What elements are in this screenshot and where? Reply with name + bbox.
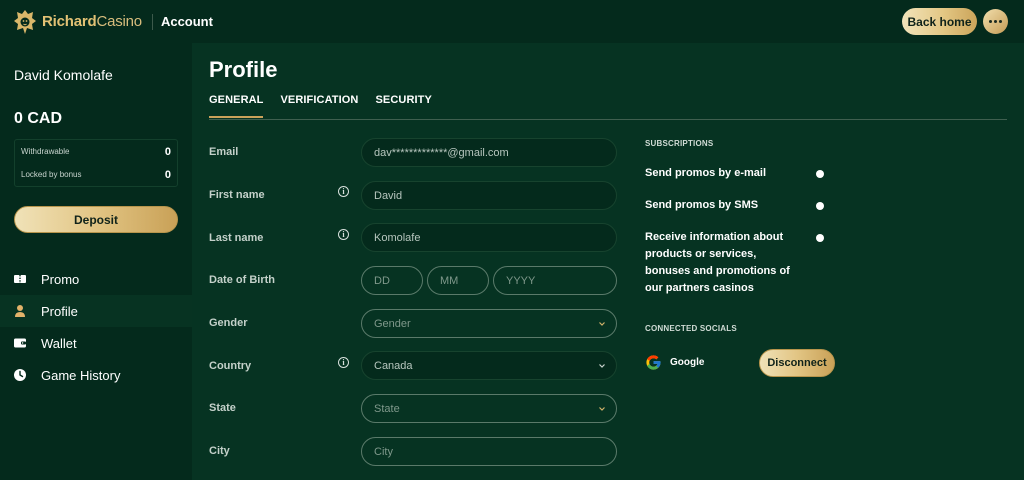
google-provider-label: Google bbox=[670, 357, 705, 368]
partner-info-toggle[interactable] bbox=[816, 234, 824, 242]
more-icon bbox=[989, 20, 992, 23]
dob-year-input[interactable]: YYYY bbox=[493, 266, 617, 295]
dob-day-input[interactable]: DD bbox=[361, 266, 423, 295]
info-icon[interactable]: i bbox=[338, 186, 349, 197]
header-divider bbox=[151, 13, 153, 30]
user-icon bbox=[13, 304, 27, 318]
last-name-field[interactable]: Komolafe bbox=[361, 223, 617, 252]
balance-total: 0 CAD bbox=[14, 110, 63, 127]
user-name: David Komolafe bbox=[14, 67, 113, 83]
sidebar-item-wallet[interactable]: Wallet bbox=[0, 327, 192, 359]
brand-name: RichardCasino bbox=[42, 13, 142, 30]
gender-select[interactable]: Gender bbox=[361, 309, 617, 338]
locked-bonus-value: 0 bbox=[164, 168, 171, 181]
email-promos-toggle[interactable] bbox=[816, 170, 824, 178]
first-name-field[interactable]: David bbox=[361, 181, 617, 210]
logo[interactable]: RichardCasino bbox=[12, 7, 142, 37]
partner-info-label: Receive information about products or se… bbox=[645, 231, 790, 294]
first-name-value: David bbox=[374, 189, 403, 202]
profile-tabs: GENERAL VERIFICATION SECURITY bbox=[209, 94, 449, 118]
email-label: Email bbox=[209, 146, 239, 158]
info-icon[interactable]: i bbox=[338, 357, 349, 368]
withdrawable-label: Withdrawable bbox=[21, 147, 70, 156]
balance-breakdown: Withdrawable 0 Locked by bonus 0 bbox=[14, 139, 178, 187]
withdrawable-value: 0 bbox=[164, 145, 171, 158]
tab-general[interactable]: GENERAL bbox=[209, 94, 264, 118]
tab-verification[interactable]: VERIFICATION bbox=[280, 94, 358, 118]
city-placeholder: City bbox=[374, 445, 393, 458]
country-label: Country bbox=[209, 360, 252, 372]
dob-month-placeholder: MM bbox=[440, 274, 459, 287]
connected-socials-title: CONNECTED SOCIALS bbox=[645, 324, 737, 333]
wallet-icon bbox=[13, 336, 27, 350]
sms-promos-toggle[interactable] bbox=[816, 202, 824, 210]
state-select[interactable]: State bbox=[361, 394, 617, 423]
more-menu-button[interactable] bbox=[983, 9, 1008, 34]
dob-month-input[interactable]: MM bbox=[427, 266, 489, 295]
sidebar-nav: Promo Profile Wallet Game History bbox=[0, 263, 192, 391]
main-content: Profile GENERAL VERIFICATION SECURITY Em… bbox=[192, 43, 1024, 480]
info-icon[interactable]: i bbox=[338, 229, 349, 240]
email-field[interactable]: dav*************@gmail.com bbox=[361, 138, 617, 167]
state-placeholder: State bbox=[374, 402, 400, 415]
locked-bonus-row: Locked by bonus 0 bbox=[15, 163, 177, 186]
subscriptions-title: SUBSCRIPTIONS bbox=[645, 139, 714, 148]
lion-logo-icon bbox=[12, 7, 38, 37]
email-value: dav*************@gmail.com bbox=[374, 146, 509, 159]
city-input[interactable]: City bbox=[361, 437, 617, 466]
sidebar-item-label: Game History bbox=[41, 367, 121, 383]
sidebar-item-label: Profile bbox=[41, 303, 78, 319]
gender-label: Gender bbox=[209, 317, 248, 329]
sidebar-item-promo[interactable]: Promo bbox=[0, 263, 192, 295]
city-label: City bbox=[209, 445, 230, 457]
more-icon-dot bbox=[999, 20, 1002, 23]
promo-icon bbox=[13, 272, 27, 286]
chevron-down-icon bbox=[598, 319, 606, 331]
sidebar-item-label: Wallet bbox=[41, 335, 77, 351]
clock-icon bbox=[13, 368, 27, 382]
tab-security[interactable]: SECURITY bbox=[375, 94, 431, 118]
sidebar: David Komolafe 0 CAD Withdrawable 0 Lock… bbox=[0, 43, 192, 480]
last-name-label: Last name bbox=[209, 232, 264, 244]
first-name-label: First name bbox=[209, 189, 265, 201]
more-icon-dot bbox=[994, 20, 997, 23]
sidebar-item-game-history[interactable]: Game History bbox=[0, 359, 192, 391]
google-icon bbox=[645, 354, 662, 371]
chevron-down-icon bbox=[598, 361, 606, 373]
email-promos-label: Send promos by e-mail bbox=[645, 167, 767, 179]
header-section-title: Account bbox=[160, 14, 213, 29]
back-home-button[interactable]: Back home bbox=[902, 8, 977, 35]
last-name-value: Komolafe bbox=[374, 231, 421, 244]
top-header: RichardCasino Account Back home bbox=[0, 0, 1024, 43]
sms-promos-label: Send promos by SMS bbox=[645, 199, 759, 211]
dob-year-placeholder: YYYY bbox=[506, 274, 536, 287]
page-title: Profile bbox=[209, 57, 278, 82]
tabs-divider bbox=[209, 119, 1007, 120]
country-value: Canada bbox=[374, 359, 413, 372]
sidebar-item-label: Promo bbox=[41, 271, 80, 287]
chevron-down-icon bbox=[598, 404, 606, 416]
locked-bonus-label: Locked by bonus bbox=[21, 170, 82, 179]
deposit-button[interactable]: Deposit bbox=[14, 206, 178, 233]
gender-placeholder: Gender bbox=[374, 317, 411, 330]
dob-day-placeholder: DD bbox=[374, 274, 390, 287]
withdrawable-row: Withdrawable 0 bbox=[15, 140, 177, 163]
state-label: State bbox=[209, 402, 236, 414]
country-select[interactable]: Canada bbox=[361, 351, 617, 380]
sidebar-item-profile[interactable]: Profile bbox=[0, 295, 192, 327]
disconnect-google-button[interactable]: Disconnect bbox=[759, 349, 835, 377]
dob-label: Date of Birth bbox=[209, 274, 275, 286]
